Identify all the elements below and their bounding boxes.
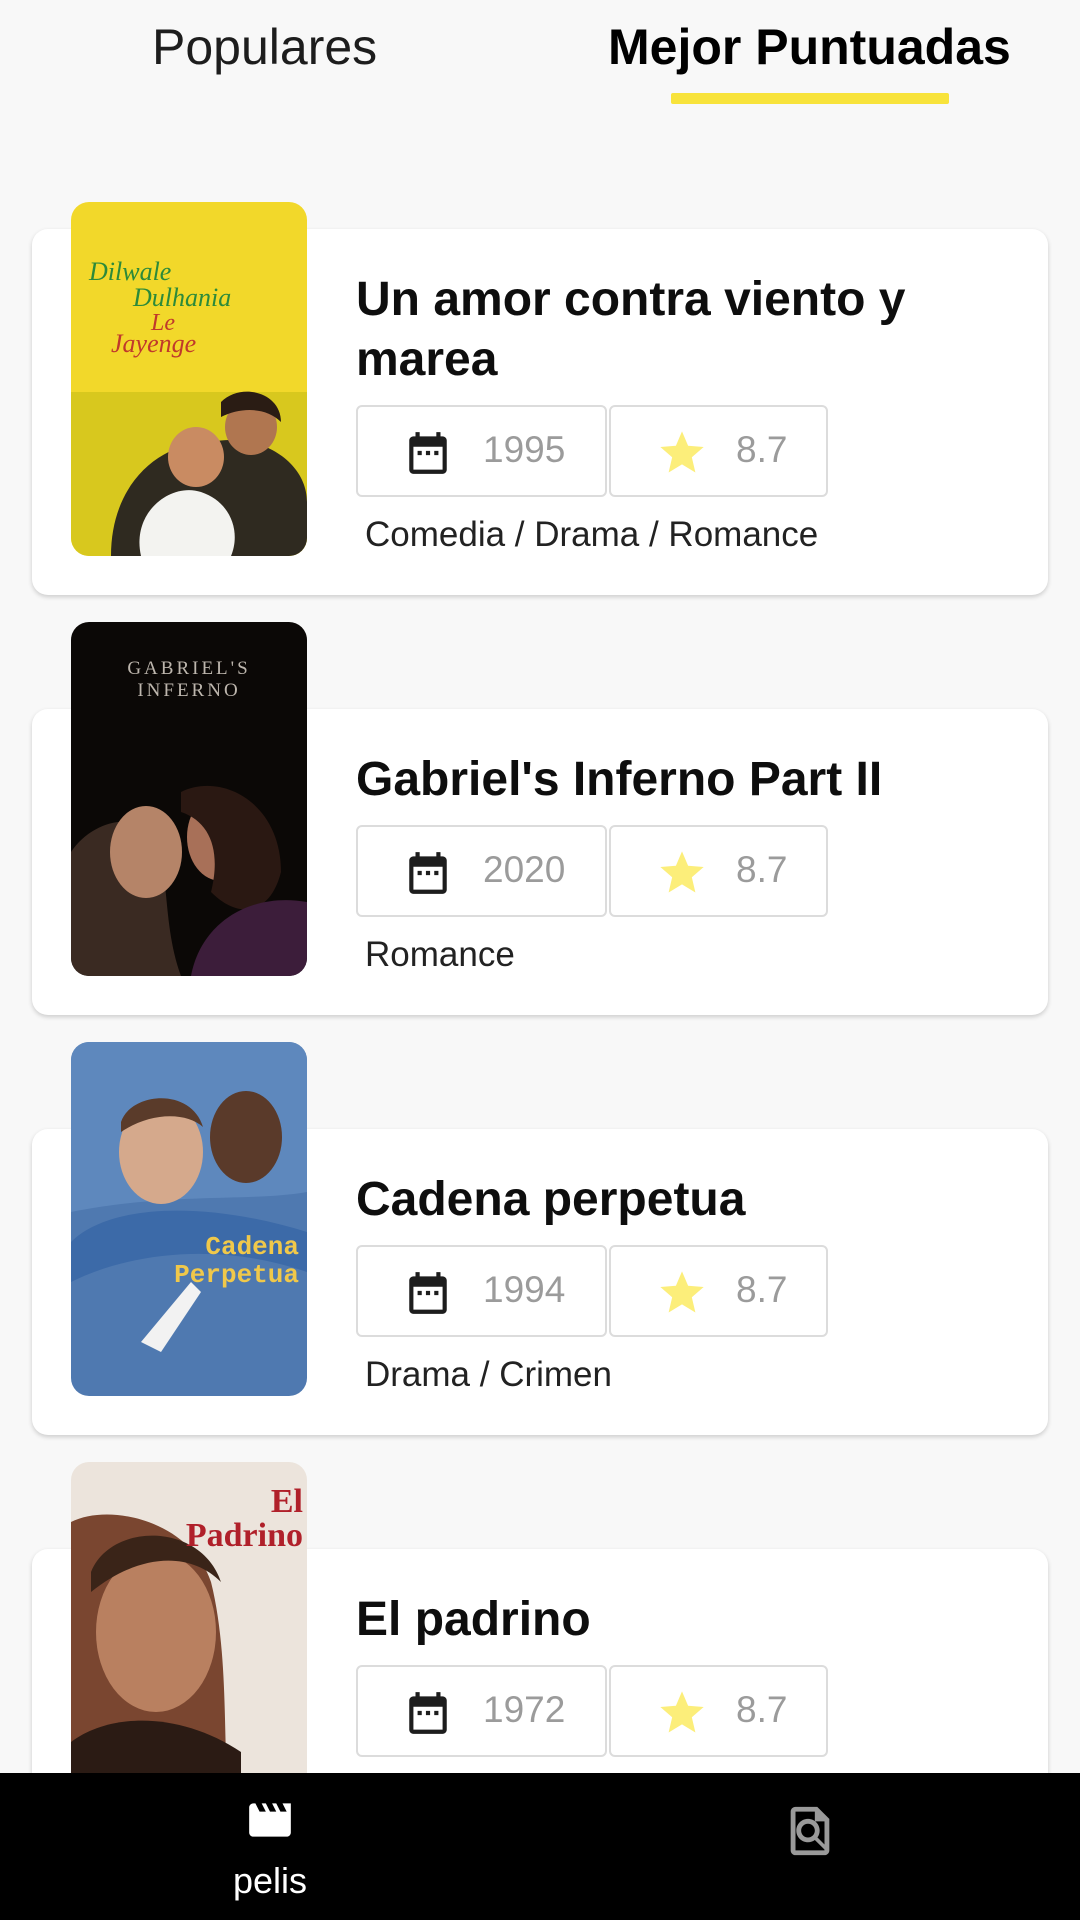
rating-value: 8.7 <box>736 1269 788 1310</box>
calendar-icon <box>409 852 447 894</box>
movie-title: Cadena perpetua <box>356 1173 746 1226</box>
tab-bar: Populares Mejor Puntuadas <box>0 0 1080 110</box>
star-icon <box>660 1691 704 1733</box>
movie-poster[interactable]: GABRIEL'S INFERNO <box>71 622 307 976</box>
search-document-icon <box>790 1806 830 1856</box>
rating-value: 8.7 <box>736 429 788 470</box>
movie-poster[interactable]: Cadena Perpetua <box>71 1042 307 1396</box>
poster-dilwale-dulhania-le-jayenge: Dilwale Dulhania Le Jayenge <box>71 202 307 556</box>
svg-text:El: El <box>271 1483 303 1520</box>
rating-chip: 8.7 <box>609 1245 828 1337</box>
nav-item-search[interactable] <box>730 1773 890 1920</box>
svg-text:Dulhania: Dulhania <box>132 283 231 312</box>
tab-active-indicator <box>671 93 949 104</box>
year-chip: 1995 <box>356 405 607 497</box>
svg-text:Perpetua: Perpetua <box>174 1260 299 1290</box>
calendar-icon <box>409 1692 447 1734</box>
rating-value: 8.7 <box>736 849 788 890</box>
movie-genres: Romance <box>365 935 515 974</box>
tab-populares[interactable]: Populares <box>152 18 377 76</box>
poster-gabriels-inferno: GABRIEL'S INFERNO <box>71 622 307 976</box>
svg-text:Dilwale: Dilwale <box>88 257 171 286</box>
star-icon <box>660 851 704 893</box>
star-icon <box>660 1271 704 1313</box>
release-year: 2020 <box>483 849 566 890</box>
rating-chip: 8.7 <box>609 825 828 917</box>
movie-poster[interactable]: El Padrino <box>71 1462 307 1816</box>
release-year: 1994 <box>483 1269 566 1310</box>
nav-label: pelis <box>232 1860 308 1901</box>
star-icon <box>660 431 704 473</box>
svg-text:Padrino: Padrino <box>186 1517 303 1554</box>
year-chip: 1994 <box>356 1245 607 1337</box>
rating-chip: 8.7 <box>609 405 828 497</box>
svg-text:Cadena: Cadena <box>205 1232 299 1262</box>
release-year: 1995 <box>483 429 566 470</box>
app-screen: Populares Mejor Puntuadas Dilwale Dulhan… <box>0 0 1080 1920</box>
svg-text:GABRIEL'S: GABRIEL'S <box>127 658 250 679</box>
movie-title: Gabriel's Inferno Part II <box>356 753 883 806</box>
movie-genres: Comedia / Drama / Romance <box>365 515 819 554</box>
nav-item-pelis[interactable]: pelis <box>190 1773 350 1920</box>
release-year: 1972 <box>483 1689 566 1730</box>
year-chip: 1972 <box>356 1665 607 1757</box>
poster-el-padrino: El Padrino <box>71 1462 307 1816</box>
rating-value: 8.7 <box>736 1689 788 1730</box>
calendar-icon <box>409 1272 447 1314</box>
svg-text:Jayenge: Jayenge <box>111 329 196 358</box>
movie-poster[interactable]: Dilwale Dulhania Le Jayenge <box>71 202 307 556</box>
poster-cadena-perpetua: Cadena Perpetua <box>71 1042 307 1396</box>
tab-mejor-puntuadas[interactable]: Mejor Puntuadas <box>608 18 1011 76</box>
rating-chip: 8.7 <box>609 1665 828 1757</box>
svg-text:INFERNO: INFERNO <box>137 680 240 701</box>
movie-title: El padrino <box>356 1593 591 1646</box>
bottom-navigation: pelis <box>0 1773 1080 1920</box>
calendar-icon <box>409 432 447 474</box>
clapperboard-icon <box>249 1803 291 1837</box>
year-chip: 2020 <box>356 825 607 917</box>
movie-genres: Drama / Crimen <box>365 1355 612 1394</box>
movie-title: Un amor contra viento y marea <box>356 273 906 386</box>
